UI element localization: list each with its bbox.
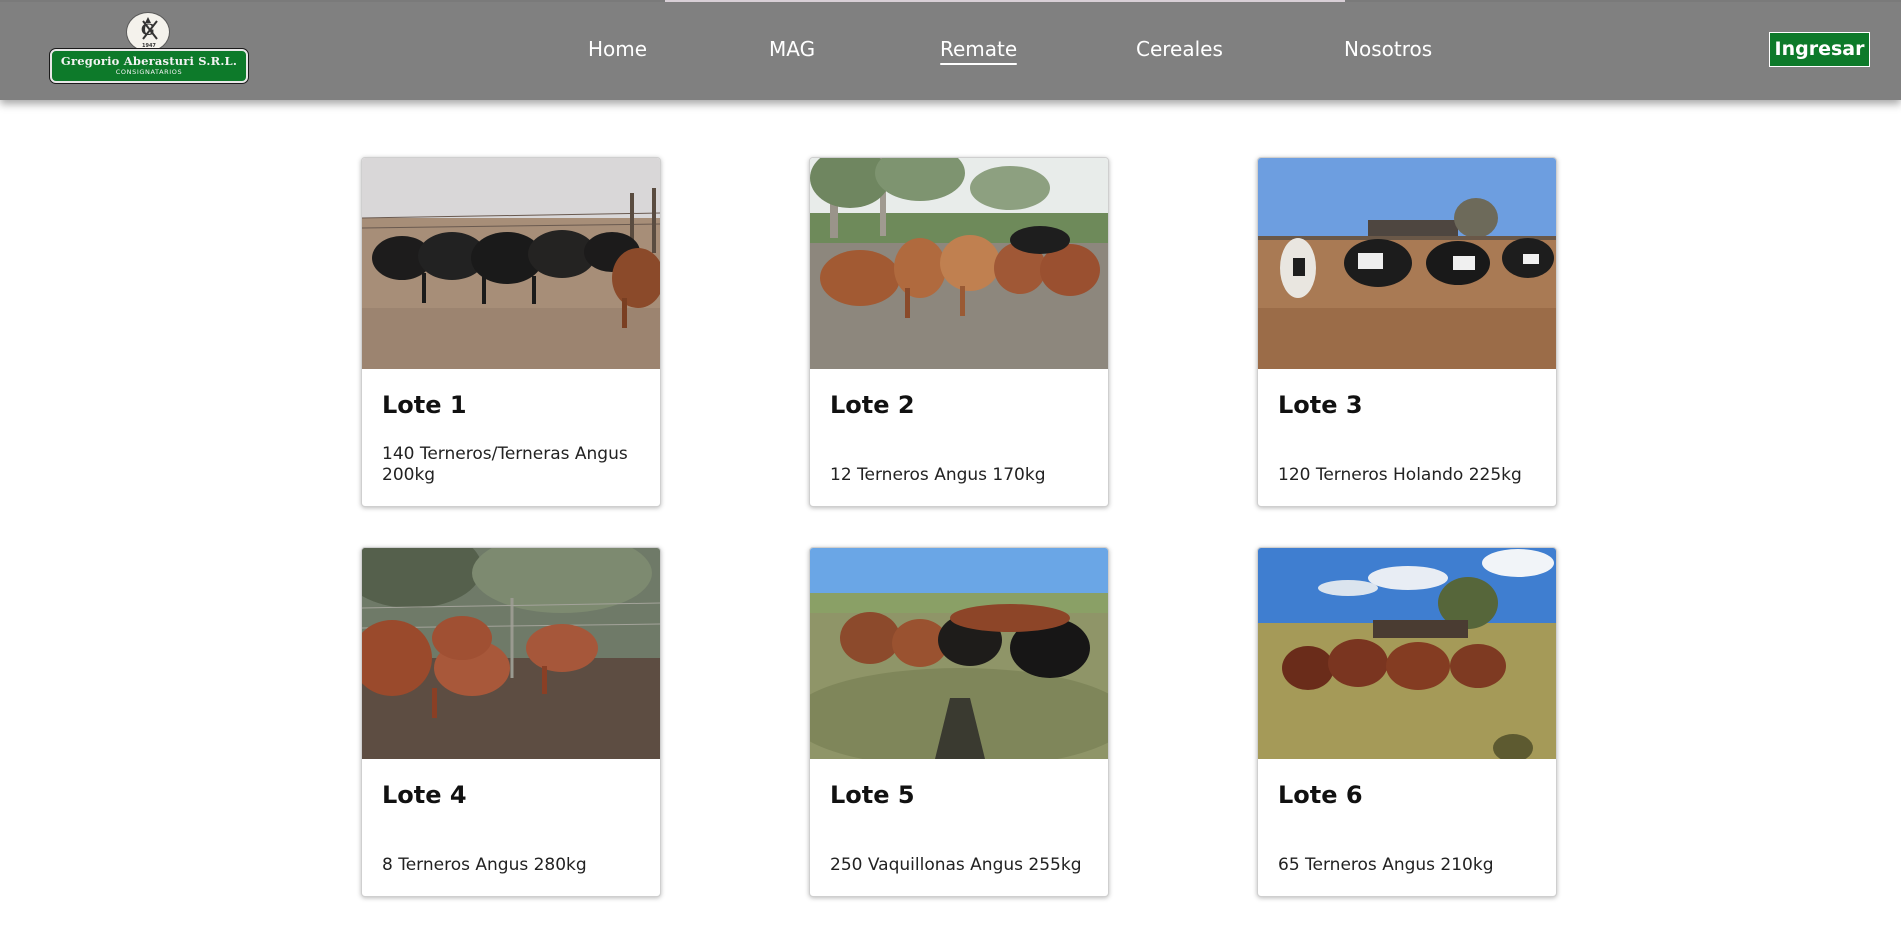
brand-subtitle: CONSIGNATARIOS: [115, 68, 183, 76]
lot-description: 8 Terneros Angus 280kg: [382, 855, 587, 875]
lot-card[interactable]: Lote 1 140 Terneros/Terneras Angus 200kg: [361, 157, 661, 507]
lot-photo: [810, 548, 1108, 759]
nav-remate[interactable]: Remate: [940, 37, 1018, 65]
lot-photo: [1258, 158, 1556, 369]
login-button[interactable]: Ingresar: [1769, 32, 1870, 67]
header-top-line: [0, 0, 1901, 2]
lot-description: 65 Terneros Angus 210kg: [1278, 855, 1494, 875]
lot-card[interactable]: Lote 2 12 Terneros Angus 170kg: [809, 157, 1109, 507]
brand-name: Gregorio Aberasturi S.R.L.: [60, 54, 238, 68]
lot-description: 12 Terneros Angus 170kg: [830, 465, 1046, 485]
lot-photo: [362, 158, 660, 369]
lot-card[interactable]: Lote 3 120 Terneros Holando 225kg: [1257, 157, 1557, 507]
lot-title: Lote 4: [382, 781, 467, 809]
lot-photo: [810, 158, 1108, 369]
lot-description: 250 Vaquillonas Angus 255kg: [830, 855, 1082, 875]
lot-title: Lote 2: [830, 391, 915, 419]
nav-nosotros[interactable]: Nosotros: [1344, 37, 1432, 61]
nav-home[interactable]: Home: [588, 37, 647, 61]
lot-title: Lote 3: [1278, 391, 1363, 419]
lot-card[interactable]: Lote 5 250 Vaquillonas Angus 255kg: [809, 547, 1109, 897]
lot-title: Lote 5: [830, 781, 915, 809]
lot-title: Lote 1: [382, 391, 467, 419]
lot-photo: [1258, 548, 1556, 759]
lot-photo: [362, 548, 660, 759]
lot-description: 140 Terneros/Terneras Angus 200kg: [382, 444, 628, 485]
nav-cereales[interactable]: Cereales: [1136, 37, 1223, 61]
nav-mag[interactable]: MAG: [769, 37, 815, 61]
brand-logo[interactable]: G 1947 Gregorio Aberasturi S.R.L. CONSIG…: [50, 12, 250, 84]
lot-card[interactable]: Lote 6 65 Terneros Angus 210kg: [1257, 547, 1557, 897]
lot-title: Lote 6: [1278, 781, 1363, 809]
brand-plate: Gregorio Aberasturi S.R.L. CONSIGNATARIO…: [50, 49, 248, 83]
lot-card[interactable]: Lote 4 8 Terneros Angus 280kg: [361, 547, 661, 897]
brand-emblem-icon: G 1947: [126, 12, 170, 52]
lot-description: 120 Terneros Holando 225kg: [1278, 465, 1522, 485]
site-header: G 1947 Gregorio Aberasturi S.R.L. CONSIG…: [0, 0, 1901, 100]
